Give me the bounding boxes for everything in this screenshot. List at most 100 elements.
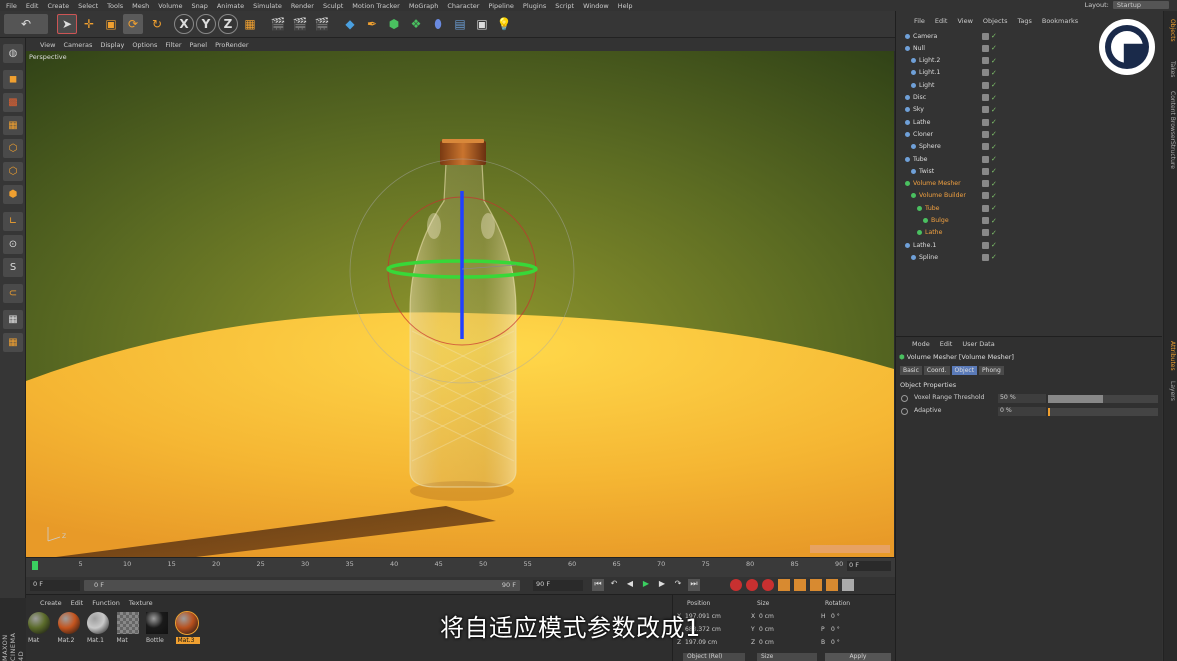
- enabled-check-icon[interactable]: ✓: [991, 241, 997, 249]
- material-swatch[interactable]: Bottle: [146, 612, 170, 644]
- enabled-check-icon[interactable]: ✓: [991, 204, 997, 212]
- y-axis-button[interactable]: Y: [196, 14, 216, 34]
- material-menu-texture[interactable]: Texture: [129, 599, 153, 607]
- menu-file[interactable]: File: [6, 2, 17, 10]
- key-pla-icon[interactable]: [842, 579, 854, 591]
- polygons-mode-button[interactable]: ⬢: [3, 185, 23, 204]
- visibility-toggle[interactable]: [982, 241, 989, 249]
- z-axis-button[interactable]: Z: [218, 14, 238, 34]
- rotation-field[interactable]: 0 °: [831, 613, 840, 620]
- visibility-toggle[interactable]: [982, 253, 989, 261]
- object-row[interactable]: Bulge ✓: [899, 215, 1161, 227]
- camera-button[interactable]: ▣: [472, 14, 492, 34]
- visibility-toggle[interactable]: [982, 167, 989, 175]
- max-frame-field[interactable]: 90 F: [533, 580, 583, 591]
- size-mode-select[interactable]: Size: [757, 653, 817, 661]
- material-swatch[interactable]: Mat.2: [57, 612, 82, 644]
- workplane-mode-button[interactable]: ▦: [3, 116, 23, 135]
- viewport-menu-display[interactable]: Display: [100, 41, 124, 49]
- subdivision-button[interactable]: ⬢: [384, 14, 404, 34]
- menu-mesh[interactable]: Mesh: [132, 2, 149, 10]
- menu-motion-tracker[interactable]: Motion Tracker: [352, 2, 400, 10]
- material-menu-function[interactable]: Function: [92, 599, 120, 607]
- viewport-menu-view[interactable]: View: [40, 41, 55, 49]
- frame-range-slider[interactable]: 0 F 90 F: [84, 580, 520, 591]
- edges-mode-button[interactable]: ⬡: [3, 162, 23, 181]
- viewport-menu-filter[interactable]: Filter: [165, 41, 181, 49]
- attribute-menu-mode[interactable]: Mode: [912, 340, 930, 348]
- spline-pen-button[interactable]: ✒: [362, 14, 382, 34]
- menu-render[interactable]: Render: [291, 2, 314, 10]
- param-slider[interactable]: [1048, 408, 1158, 416]
- undo-button[interactable]: ↶: [4, 14, 48, 34]
- viewport-menu-prorender[interactable]: ProRender: [215, 41, 248, 49]
- enabled-check-icon[interactable]: ✓: [991, 167, 997, 175]
- attribute-tab-phong[interactable]: Phong: [979, 366, 1004, 375]
- object-row[interactable]: Lathe ✓: [899, 227, 1161, 239]
- side-tab-content-browser[interactable]: Content Browser: [1169, 91, 1176, 141]
- menu-simulate[interactable]: Simulate: [253, 2, 282, 10]
- playhead-marker[interactable]: [32, 561, 38, 570]
- lock-workplane-button[interactable]: ▦: [3, 310, 23, 329]
- menu-character[interactable]: Character: [447, 2, 479, 10]
- key-rotation-icon[interactable]: [810, 579, 822, 591]
- menu-pipeline[interactable]: Pipeline: [488, 2, 513, 10]
- key-param-icon[interactable]: [826, 579, 838, 591]
- visibility-toggle[interactable]: [982, 106, 989, 114]
- enabled-check-icon[interactable]: ✓: [991, 253, 997, 261]
- snap-button[interactable]: S: [3, 258, 23, 277]
- enabled-check-icon[interactable]: ✓: [991, 217, 997, 225]
- visibility-toggle[interactable]: [982, 217, 989, 224]
- enabled-check-icon[interactable]: ✓: [991, 32, 997, 40]
- enabled-check-icon[interactable]: ✓: [991, 229, 997, 237]
- side-tab-layers[interactable]: Layers: [1169, 381, 1176, 401]
- visibility-toggle[interactable]: [982, 143, 989, 151]
- side-tab-objects[interactable]: Objects: [1169, 19, 1176, 42]
- deformer-button[interactable]: ⬮: [428, 14, 448, 34]
- attribute-menu-user-data[interactable]: User Data: [962, 340, 994, 348]
- attribute-tab-coord[interactable]: Coord.: [923, 366, 950, 375]
- object-row[interactable]: Lathe.1 ✓: [899, 239, 1161, 251]
- play-icon[interactable]: ▶: [640, 579, 652, 591]
- side-tab-takes[interactable]: Takes: [1169, 61, 1176, 77]
- material-swatch[interactable]: Mat: [116, 612, 141, 644]
- enabled-check-icon[interactable]: ✓: [991, 69, 997, 77]
- object-menu-edit[interactable]: Edit: [935, 17, 948, 25]
- model-mode-button[interactable]: ◼: [3, 70, 23, 89]
- scale-tool-button[interactable]: ▣: [101, 14, 121, 34]
- viewport-menu-panel[interactable]: Panel: [190, 41, 208, 49]
- visibility-toggle[interactable]: [982, 192, 989, 200]
- param-animate-icon[interactable]: [901, 395, 908, 402]
- coordinate-mode-select[interactable]: Object (Rel): [683, 653, 745, 661]
- size-field[interactable]: 0 cm: [759, 613, 774, 620]
- object-row[interactable]: Spline ✓: [899, 251, 1161, 263]
- menu-volume[interactable]: Volume: [158, 2, 182, 10]
- points-mode-button[interactable]: ⬡: [3, 139, 23, 158]
- make-editable-button[interactable]: ◍: [3, 44, 23, 63]
- material-swatch[interactable]: Mat.1: [87, 612, 111, 644]
- autokey-icon[interactable]: [746, 579, 758, 591]
- visibility-toggle[interactable]: [982, 204, 989, 212]
- prev-frame-icon[interactable]: ◀: [624, 579, 636, 591]
- attribute-tab-object[interactable]: Object: [951, 366, 978, 375]
- enabled-check-icon[interactable]: ✓: [991, 81, 997, 89]
- layout-select[interactable]: Startup: [1112, 1, 1169, 9]
- object-row[interactable]: Lathe ✓: [899, 116, 1161, 128]
- enabled-check-icon[interactable]: ✓: [991, 192, 997, 200]
- object-menu-objects[interactable]: Objects: [983, 17, 1008, 25]
- select-tool-button[interactable]: ➤: [57, 14, 77, 34]
- prev-key-icon[interactable]: ↶: [608, 579, 620, 591]
- light-button[interactable]: 💡: [494, 14, 514, 34]
- go-to-end-icon[interactable]: ⏭: [688, 579, 700, 591]
- texture-mode-button[interactable]: ▩: [3, 93, 23, 112]
- material-swatch[interactable]: Mat.3: [174, 611, 200, 644]
- viewport-menu-options[interactable]: Options: [132, 41, 157, 49]
- param-value-field[interactable]: 0 %: [998, 407, 1046, 416]
- object-row[interactable]: Disc ✓: [899, 92, 1161, 104]
- end-frame-field[interactable]: 0 F: [847, 561, 891, 571]
- object-row[interactable]: Sphere ✓: [899, 141, 1161, 153]
- object-menu-tags[interactable]: Tags: [1017, 17, 1031, 25]
- go-to-start-icon[interactable]: ⏮: [592, 579, 604, 591]
- menu-mograph[interactable]: MoGraph: [409, 2, 439, 10]
- param-animate-icon[interactable]: [901, 408, 908, 415]
